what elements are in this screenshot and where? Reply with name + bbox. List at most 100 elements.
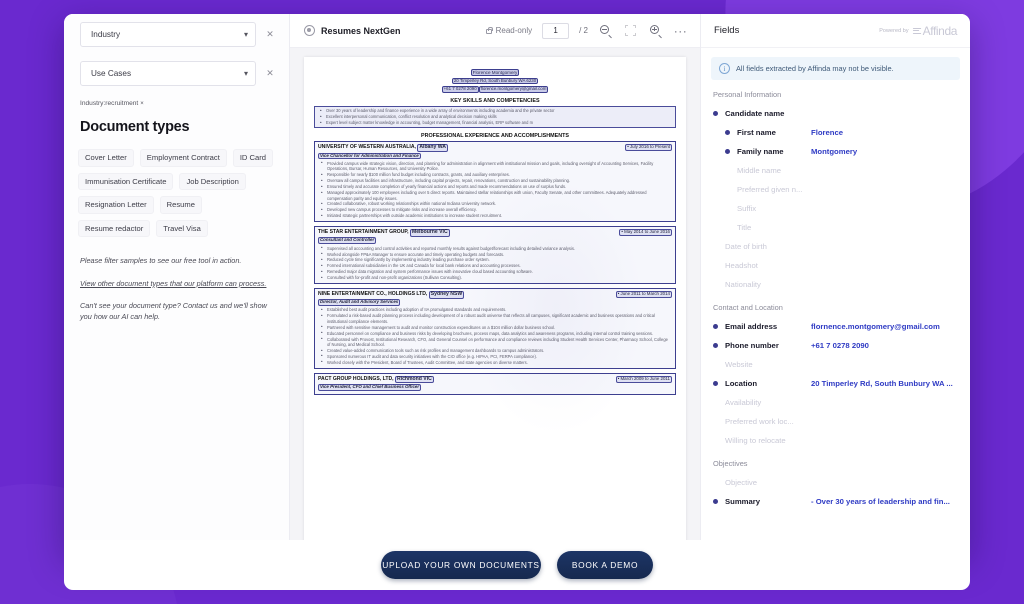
job-role[interactable]: Vice Chancellor for Administration and F… <box>318 152 421 160</box>
read-only-label: Read-only <box>495 26 533 35</box>
field-location[interactable]: Location 20 Timperley Rd, South Bunbury W… <box>701 374 970 393</box>
active-filter-tag[interactable]: Industry:recruitment × <box>64 100 289 107</box>
field-suffix[interactable]: Suffix <box>701 199 970 218</box>
job-entry: UNIVERSITY OF WESTERN AUSTRALIA, Albany … <box>314 141 676 223</box>
resume-phone[interactable]: +61 7 0278 2090 <box>441 85 479 93</box>
chip-resume[interactable]: Resume <box>159 196 202 214</box>
affinda-mark-icon <box>912 26 922 35</box>
job-header: PACT GROUP HOLDINGS, LTD, Richmond VIC •… <box>318 375 672 384</box>
filter-row-industry: Industry ▾ ✕ <box>64 22 289 47</box>
other-document-types-anchor[interactable]: View other document types that our platf… <box>80 279 266 288</box>
viewer-canvas[interactable]: Florence Montgomery 20 Timperley Rd, Sou… <box>290 48 700 554</box>
fields-notice-text: All fields extracted by Affinda may not … <box>736 64 894 73</box>
document-types-heading: Document types <box>80 119 190 135</box>
field-bullet-icon <box>713 381 718 386</box>
field-label: Nationality <box>725 280 761 289</box>
job-location[interactable]: Sydney NSW <box>428 291 465 299</box>
zoom-in-icon <box>650 25 662 39</box>
field-bullet-icon <box>713 343 718 348</box>
field-objective[interactable]: Objective <box>701 473 970 492</box>
field-website[interactable]: Website <box>701 355 970 374</box>
job-location[interactable]: Albany WA <box>417 144 448 153</box>
zoom-out-button[interactable] <box>598 23 613 39</box>
list-item: Worked alongside FP&A Manager to ensure … <box>321 251 672 258</box>
list-item: Collaborated with Provost, Institutional… <box>321 336 672 348</box>
field-title[interactable]: Title <box>701 218 970 237</box>
list-item: Partnered with sensitive management to a… <box>321 324 672 331</box>
usecases-select[interactable]: Use Cases ▾ <box>80 61 256 86</box>
field-preferred-work-location[interactable]: Preferred work loc... <box>701 412 970 431</box>
field-label: Title <box>737 223 752 232</box>
more-options-button[interactable]: ··· <box>673 23 688 38</box>
chip-employment-contract[interactable]: Employment Contract <box>139 149 227 167</box>
remove-tag-icon[interactable]: × <box>140 101 144 107</box>
chip-immunisation-certificate[interactable]: Immunisation Certificate <box>78 172 174 191</box>
list-item: Initiated strategic partnerships with ou… <box>321 213 672 219</box>
usecases-select-label: Use Cases <box>91 69 132 78</box>
field-summary[interactable]: Summary - Over 30 years of leadership and… <box>701 492 970 511</box>
resume-address[interactable]: 20 Timperley Rd, South Bunbury WA 6230 <box>451 77 539 85</box>
chip-job-description[interactable]: Job Description <box>179 172 246 191</box>
field-value: flornence.montgomery@gmail.com <box>811 322 940 331</box>
job-entry: PACT GROUP HOLDINGS, LTD, Richmond VIC •… <box>314 372 676 396</box>
field-date-of-birth[interactable]: Date of birth <box>701 237 970 256</box>
job-dates[interactable]: • March 2009 to June 2011 <box>615 375 672 383</box>
affinda-logo: Affinda <box>912 24 957 38</box>
job-dates[interactable]: • July 2016 to Present <box>625 144 672 152</box>
chip-cover-letter[interactable]: Cover Letter <box>78 149 134 167</box>
job-bullets: Established best audit practices includi… <box>318 307 672 365</box>
field-headshot[interactable]: Headshot <box>701 256 970 275</box>
field-nationality[interactable]: Nationality <box>701 275 970 294</box>
industry-select-label: Industry <box>91 30 121 39</box>
field-willing-to-relocate[interactable]: Willing to relocate <box>701 431 970 450</box>
other-document-types-link[interactable]: View other document types that our platf… <box>64 278 289 289</box>
job-role[interactable]: Director, Audit and Advisory Services <box>318 299 401 306</box>
viewer-document-title: Resumes NextGen <box>321 25 401 36</box>
chip-resume-redactor[interactable]: Resume redactor <box>78 219 151 238</box>
page-number-input[interactable] <box>542 22 570 39</box>
chip-id-card[interactable]: ID Card <box>232 149 273 167</box>
job-dates[interactable]: • May 2014 to June 2016 <box>619 229 672 237</box>
lock-icon <box>485 26 493 34</box>
clear-usecases-button[interactable]: ✕ <box>261 68 279 79</box>
field-bullet-icon <box>713 480 718 485</box>
upload-documents-button[interactable]: UPLOAD YOUR OWN DOCUMENTS <box>381 551 541 579</box>
field-label: Willing to relocate <box>725 436 786 445</box>
book-demo-button[interactable]: BOOK A DEMO <box>557 551 653 579</box>
field-value: Montgomery <box>811 147 858 156</box>
resume-email[interactable]: florence.montgomery@gmail.com <box>478 85 549 93</box>
resume-candidate-name[interactable]: Florence Montgomery <box>470 69 520 77</box>
field-email-address[interactable]: Email address flornence.montgomery@gmail.… <box>701 317 970 336</box>
field-label: Family name <box>737 147 784 156</box>
chip-resignation-letter[interactable]: Resignation Letter <box>78 196 154 214</box>
field-phone-number[interactable]: Phone number +61 7 0278 2090 <box>701 336 970 355</box>
field-family-name[interactable]: Family name Montgomery <box>701 142 970 161</box>
fit-to-screen-button[interactable] <box>623 23 638 38</box>
field-preferred-given-name[interactable]: Preferred given n... <box>701 180 970 199</box>
field-candidate-name[interactable]: Candidate name <box>701 104 970 123</box>
info-icon: i <box>719 63 730 74</box>
job-header: NINE ENTERTAINMENT CO., HOLDINGS LTD, Sy… <box>318 291 672 299</box>
field-group-contact-and-location: Contact and Location <box>713 303 783 312</box>
chevron-down-icon: ▾ <box>243 68 248 78</box>
field-bullet-icon <box>725 130 730 135</box>
field-label: Candidate name <box>725 109 785 118</box>
chip-travel-visa[interactable]: Travel Visa <box>156 219 208 238</box>
job-location[interactable]: Melbourne VIC <box>409 229 450 237</box>
industry-select[interactable]: Industry ▾ <box>80 22 256 47</box>
list-item: Educated personnel on compliance and bus… <box>321 330 672 337</box>
viewer-controls: Read-only / 2 <box>485 22 688 39</box>
job-dates[interactable]: • June 2011 to March 2014 <box>615 291 672 298</box>
zoom-in-button[interactable] <box>648 23 663 39</box>
more-icon: ··· <box>673 23 688 38</box>
job-role[interactable]: Consultant and Controller <box>318 237 377 245</box>
field-first-name[interactable]: First name Florence <box>701 123 970 142</box>
job-role[interactable]: Vice President, CFO and Chief Business O… <box>318 383 422 391</box>
contact-us-text[interactable]: Can't see your document type? Contact us… <box>64 300 289 323</box>
field-middle-name[interactable]: Middle name <box>701 161 970 180</box>
clear-industry-button[interactable]: ✕ <box>261 29 279 40</box>
field-label: Website <box>725 360 753 369</box>
field-availability[interactable]: Availability <box>701 393 970 412</box>
chevron-down-icon: ▾ <box>243 29 248 39</box>
job-location[interactable]: Richmond VIC <box>394 375 434 384</box>
